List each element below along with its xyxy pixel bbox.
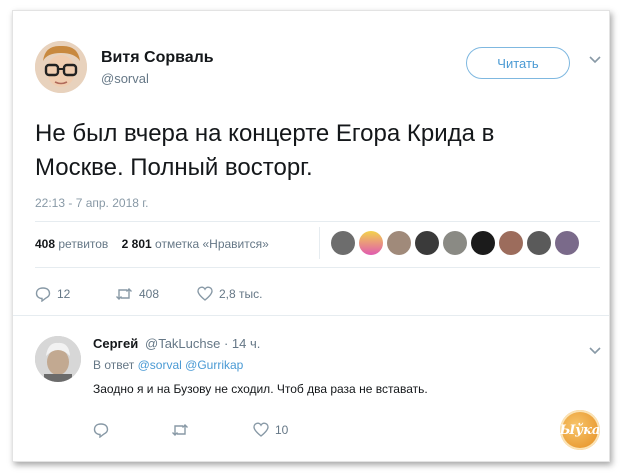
liker-avatar[interactable] bbox=[527, 231, 551, 255]
reply-icon bbox=[93, 423, 109, 438]
heart-icon bbox=[253, 422, 269, 437]
liker-avatar[interactable] bbox=[555, 231, 579, 255]
thread-divider bbox=[13, 315, 609, 316]
screenshot-frame: Витя Сорваль @sorval Читать Не был вчера… bbox=[12, 10, 610, 462]
like-count: 10 bbox=[275, 422, 289, 437]
retweets-count[interactable]: 408 bbox=[35, 237, 55, 251]
retweet-action[interactable] bbox=[171, 422, 195, 438]
chevron-down-icon[interactable] bbox=[588, 53, 602, 67]
tweet-stats: 408 ретвитов 2 801 отметка «Нравится» bbox=[35, 237, 269, 251]
liker-avatars bbox=[331, 231, 579, 255]
chevron-down-icon[interactable] bbox=[588, 344, 602, 358]
tweet-text-line-1: Не был вчера на концерте Егора Крида в bbox=[35, 120, 495, 147]
tweet-text: Не был вчера на концерте Егора Крида в М… bbox=[35, 117, 595, 185]
reply-text: Заодно я и на Бузову не сходил. Чтоб два… bbox=[93, 382, 428, 396]
reply-action[interactable]: 12 bbox=[35, 286, 70, 302]
divider bbox=[35, 267, 600, 268]
heart-icon bbox=[197, 286, 213, 301]
reply-to-line: В ответ @sorval @Gurrikap bbox=[93, 358, 243, 372]
likes-count[interactable]: 2 801 bbox=[122, 237, 152, 251]
tweet-actions: 12 408 2,8 тыс. bbox=[35, 286, 335, 306]
liker-avatar[interactable] bbox=[387, 231, 411, 255]
retweets-label[interactable]: ретвитов bbox=[58, 237, 108, 251]
watermark-logo: Ыўка bbox=[560, 410, 600, 450]
liker-avatar[interactable] bbox=[331, 231, 355, 255]
reply-author-name[interactable]: Сергей bbox=[93, 336, 138, 351]
liker-avatar[interactable] bbox=[443, 231, 467, 255]
tweet-timestamp[interactable]: 22:13 - 7 апр. 2018 г. bbox=[35, 196, 149, 210]
reply-count: 12 bbox=[57, 287, 71, 301]
author-avatar[interactable] bbox=[35, 41, 87, 93]
like-action[interactable]: 2,8 тыс. bbox=[197, 286, 262, 301]
liker-avatar[interactable] bbox=[359, 231, 383, 255]
reply-actions: 10 bbox=[93, 422, 393, 442]
follow-button[interactable]: Читать bbox=[466, 47, 570, 79]
reply-to-prefix: В ответ bbox=[93, 358, 135, 372]
retweet-count: 408 bbox=[139, 287, 160, 301]
reply-icon bbox=[35, 287, 51, 302]
liker-avatar[interactable] bbox=[415, 231, 439, 255]
liker-avatar[interactable] bbox=[471, 231, 495, 255]
reply-to-mention-2[interactable]: @Gurrikap bbox=[185, 358, 243, 372]
author-handle[interactable]: @sorval bbox=[101, 71, 149, 86]
retweet-icon bbox=[172, 424, 188, 436]
reply-to-mention-1[interactable]: @sorval bbox=[138, 358, 182, 372]
tweet-text-line-2: Москве. Полный восторг. bbox=[35, 154, 313, 181]
liker-avatar[interactable] bbox=[499, 231, 523, 255]
divider bbox=[35, 221, 600, 222]
retweet-action[interactable]: 408 bbox=[115, 286, 159, 302]
stats-separator bbox=[319, 227, 320, 259]
like-action[interactable]: 10 bbox=[253, 422, 288, 437]
like-count: 2,8 тыс. bbox=[219, 286, 263, 301]
retweet-icon bbox=[116, 288, 132, 300]
author-name[interactable]: Витя Сорваль bbox=[101, 49, 214, 67]
likes-label[interactable]: отметка «Нравится» bbox=[155, 237, 269, 251]
reply-action[interactable] bbox=[93, 422, 115, 438]
reply-author-avatar[interactable] bbox=[35, 336, 81, 382]
reply-author-handle[interactable]: @TakLuchse · 14 ч. bbox=[145, 336, 260, 351]
